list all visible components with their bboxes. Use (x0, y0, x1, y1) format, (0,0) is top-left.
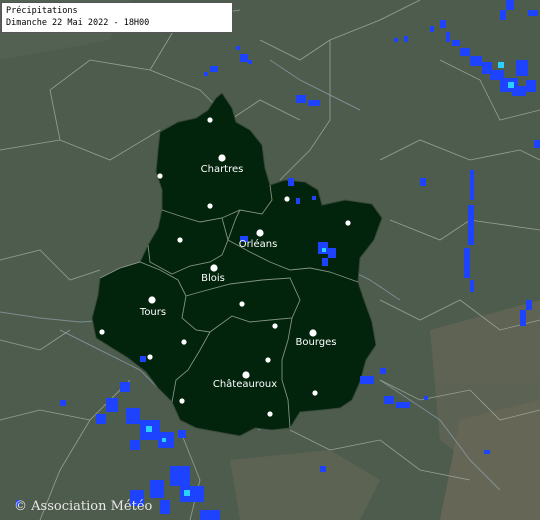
city-label: Bourges (296, 337, 337, 348)
city-marker (148, 296, 156, 304)
map-legend-box: Précipitations Dimanche 22 Mai 2022 - 18… (1, 2, 233, 33)
city-label: Chartres (201, 164, 244, 175)
city-label: Tours (139, 307, 166, 318)
city-marker (210, 264, 218, 272)
city-label: Orléans (239, 238, 278, 250)
city-label: Blois (201, 273, 225, 284)
city-marker (242, 371, 250, 379)
legend-date: Dimanche 22 Mai 2022 - 18H00 (6, 18, 150, 28)
precipitation-map: Chartres Orléans Blois Tours Bourges Châ… (0, 0, 540, 520)
legend-title: Précipitations (6, 6, 78, 16)
copyright-notice: © Association Météo (14, 499, 153, 514)
city-marker (256, 229, 264, 237)
city-marker (218, 154, 226, 162)
map-canvas: Chartres Orléans Blois Tours Bourges Châ… (0, 0, 540, 520)
city-marker (309, 329, 317, 337)
city-label: Châteauroux (213, 378, 277, 390)
